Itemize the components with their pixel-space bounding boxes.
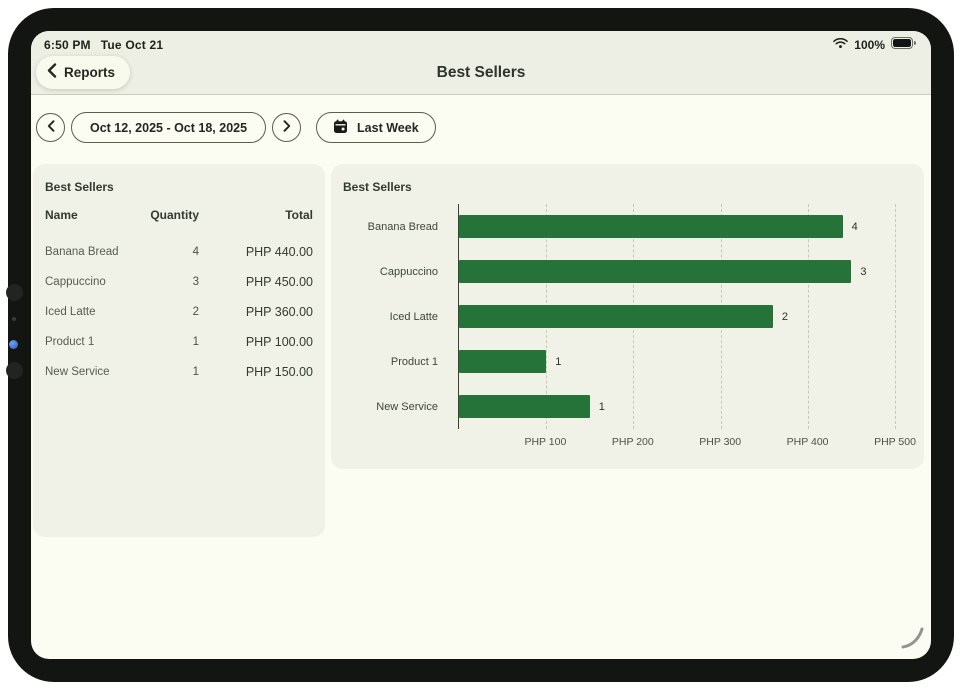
header-bar: 6:50 PM Tue Oct 21 100% <box>31 31 931 95</box>
sales-table: Name Quantity Total Banana Bread4PHP 440… <box>45 202 313 387</box>
quick-filter-label: Last Week <box>357 121 419 135</box>
status-time: 6:50 PM <box>44 38 91 52</box>
chart-bar-row: 1 <box>459 384 895 429</box>
cell-name: Iced Latte <box>45 306 137 318</box>
chart-bar-row: 3 <box>459 249 895 294</box>
bezel-indicator-blue-dot <box>9 340 18 349</box>
cell-total: PHP 360.00 <box>199 305 313 319</box>
table-row: Product 11PHP 100.00 <box>45 327 313 357</box>
chart-xtick-label: PHP 300 <box>699 436 741 448</box>
table-panel-title: Best Sellers <box>45 180 114 194</box>
chart-bar-value-label: 4 <box>852 221 858 233</box>
calendar-icon <box>333 119 348 137</box>
best-sellers-table-panel: Best Sellers Name Quantity Total Banana … <box>33 164 325 537</box>
chart-category-label: Cappuccino <box>331 249 448 294</box>
cell-quantity: 1 <box>137 366 199 378</box>
cell-quantity: 3 <box>137 276 199 288</box>
cell-quantity: 4 <box>137 246 199 258</box>
table-row: Cappuccino3PHP 450.00 <box>45 267 313 297</box>
bezel-camera-dot-top <box>6 284 23 301</box>
cell-quantity: 2 <box>137 306 199 318</box>
chart-category-label: Product 1 <box>331 339 448 384</box>
chart-xtick-label: PHP 200 <box>612 436 654 448</box>
cell-total: PHP 100.00 <box>199 335 313 349</box>
chart-gridline <box>895 204 896 429</box>
cell-name: Cappuccino <box>45 276 137 288</box>
quick-filter-last-week-button[interactable]: Last Week <box>316 112 436 143</box>
table-row: New Service1PHP 150.00 <box>45 357 313 387</box>
chart-bar <box>459 305 773 328</box>
chart-x-axis: PHP 100PHP 200PHP 300PHP 400PHP 500 <box>458 436 895 450</box>
corner-swipe-indicator-icon <box>900 626 926 655</box>
column-header-name: Name <box>45 208 137 222</box>
cell-total: PHP 450.00 <box>199 275 313 289</box>
date-range-button[interactable]: Oct 12, 2025 - Oct 18, 2025 <box>71 112 266 143</box>
chart-category-label: Iced Latte <box>331 294 448 339</box>
chart-category-label: Banana Bread <box>331 204 448 249</box>
cell-name: Product 1 <box>45 336 137 348</box>
chart-bar <box>459 395 590 418</box>
chart-xtick-label: PHP 100 <box>524 436 566 448</box>
chart-bar-value-label: 1 <box>599 401 605 413</box>
app-screen: 6:50 PM Tue Oct 21 100% <box>31 31 931 659</box>
cell-total: PHP 440.00 <box>199 245 313 259</box>
chart-bar-value-label: 2 <box>782 311 788 323</box>
prev-period-button[interactable] <box>36 113 65 142</box>
next-period-button[interactable] <box>272 113 301 142</box>
chart-plot: 4 3 2 1 1 <box>458 204 895 429</box>
chevron-right-icon <box>283 120 291 135</box>
chart-bar-row: 1 <box>459 339 895 384</box>
chart-category-label: New Service <box>331 384 448 429</box>
table-row: Iced Latte2PHP 360.00 <box>45 297 313 327</box>
bezel-mic-dot <box>12 317 16 321</box>
chart-xtick-label: PHP 400 <box>787 436 829 448</box>
chart-bar-row: 4 <box>459 204 895 249</box>
battery-percent: 100% <box>854 38 885 52</box>
bezel-camera-dot-bottom <box>6 362 23 379</box>
sales-table-body: Banana Bread4PHP 440.00Cappuccino3PHP 45… <box>45 237 313 387</box>
chart-panel-title: Best Sellers <box>343 180 412 194</box>
cell-name: New Service <box>45 366 137 378</box>
chart-bar-row: 2 <box>459 294 895 339</box>
column-header-total: Total <box>199 208 313 222</box>
chart-bar-value-label: 3 <box>860 266 866 278</box>
cell-name: Banana Bread <box>45 246 137 258</box>
chart-bar <box>459 215 843 238</box>
status-date: Tue Oct 21 <box>101 38 163 52</box>
column-header-quantity: Quantity <box>137 208 199 222</box>
status-bar-right: 100% <box>833 37 916 52</box>
chart-categories: Banana BreadCappuccinoIced LatteProduct … <box>331 204 448 429</box>
status-bar-left: 6:50 PM Tue Oct 21 <box>44 38 163 52</box>
table-row: Banana Bread4PHP 440.00 <box>45 237 313 267</box>
battery-icon <box>891 37 916 52</box>
table-header-row: Name Quantity Total <box>45 202 313 228</box>
wifi-icon <box>833 37 848 52</box>
chart-bar-value-label: 1 <box>555 356 561 368</box>
chart-bar <box>459 260 851 283</box>
page-title: Best Sellers <box>31 64 931 82</box>
cell-quantity: 1 <box>137 336 199 348</box>
chevron-left-icon <box>47 120 55 135</box>
chart-xtick-label: PHP 500 <box>874 436 916 448</box>
tablet-frame: 6:50 PM Tue Oct 21 100% <box>8 8 954 682</box>
date-range-label: Oct 12, 2025 - Oct 18, 2025 <box>90 121 247 135</box>
date-range-controls: Oct 12, 2025 - Oct 18, 2025 <box>36 112 436 143</box>
best-sellers-chart-panel: Best Sellers Banana BreadCappuccinoIced … <box>331 164 924 469</box>
chart-bar <box>459 350 546 373</box>
cell-total: PHP 150.00 <box>199 365 313 379</box>
